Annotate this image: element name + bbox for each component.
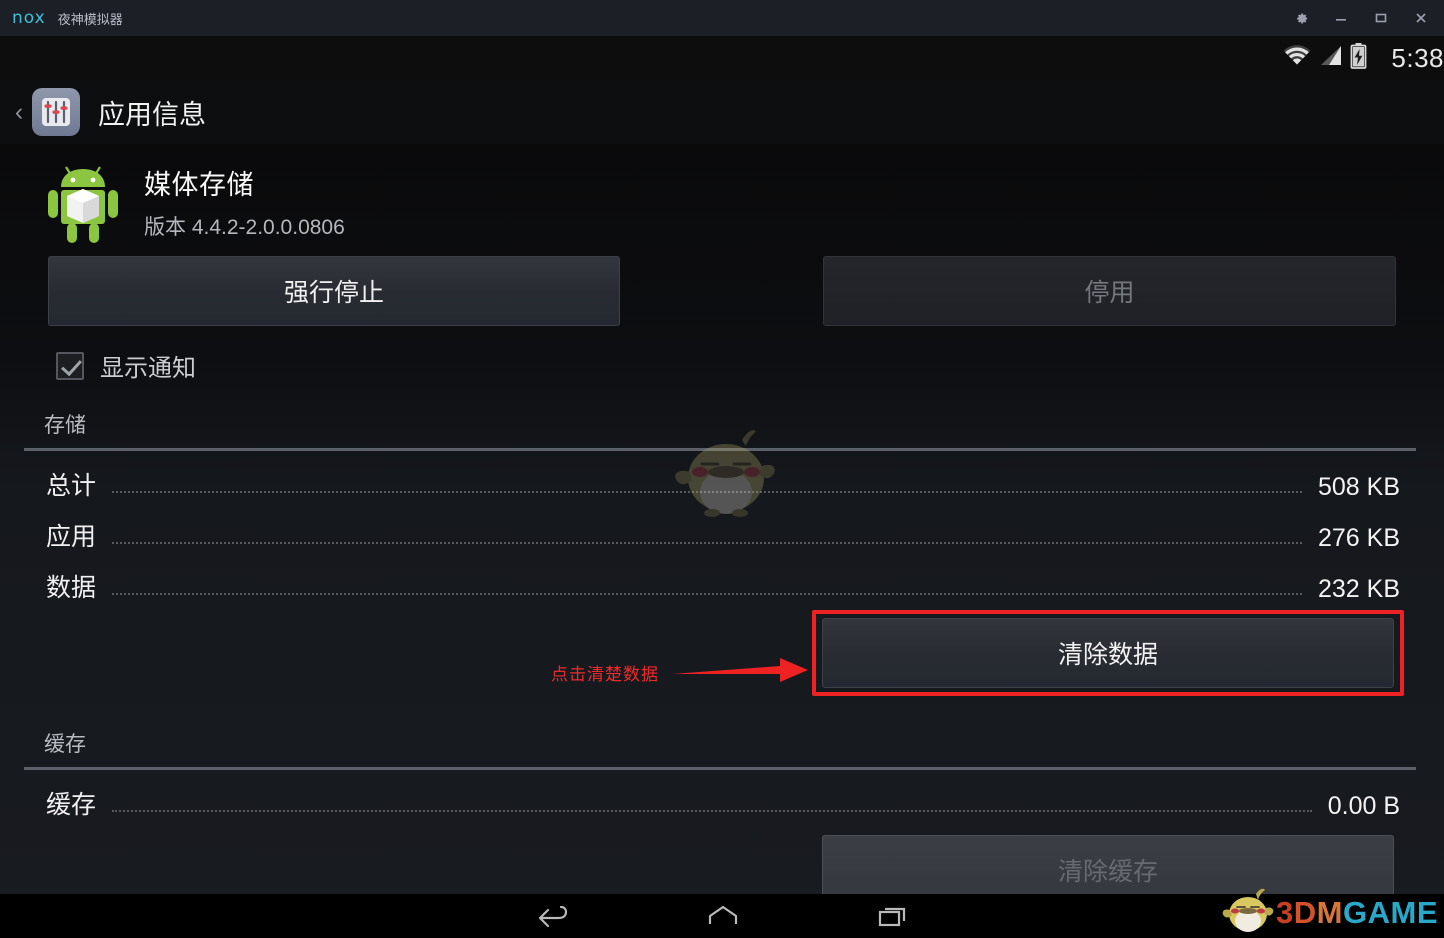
statusbar-icons xyxy=(1282,42,1367,74)
clear-data-button[interactable]: 清除数据 xyxy=(822,618,1394,688)
window-titlebar: nox 夜神模拟器 xyxy=(0,0,1444,36)
window-title: 夜神模拟器 xyxy=(57,11,123,27)
table-row: 数据 232 KB xyxy=(0,553,1444,604)
row-value: 232 KB xyxy=(1317,575,1400,603)
signal-icon xyxy=(1319,44,1343,73)
row-label: 应用 xyxy=(46,523,97,551)
android-robot-icon xyxy=(46,159,120,245)
minimize-icon[interactable] xyxy=(1332,9,1350,27)
app-info-content: 媒体存储 版本 4.4.2-2.0.0.0806 强行停止 停用 显示通知 存储… xyxy=(0,144,1444,894)
row-value: 508 KB xyxy=(1317,473,1400,501)
app-name: 媒体存储 xyxy=(144,170,254,200)
row-dots xyxy=(112,542,1302,544)
force-stop-button[interactable]: 强行停止 xyxy=(48,256,620,326)
row-dots xyxy=(112,810,1312,812)
app-header: 媒体存储 版本 4.4.2-2.0.0.0806 xyxy=(0,144,1444,245)
clear-cache-button: 清除缓存 xyxy=(822,835,1394,894)
row-dots xyxy=(112,593,1302,595)
gear-icon[interactable] xyxy=(1292,9,1310,27)
show-notifications-row[interactable]: 显示通知 xyxy=(0,326,1444,383)
recents-icon[interactable] xyxy=(808,903,978,929)
bird-mascot-icon xyxy=(668,426,780,518)
window-controls xyxy=(1292,9,1430,27)
disable-button: 停用 xyxy=(823,256,1396,326)
clear-cache-row: 清除缓存 xyxy=(0,821,1444,894)
back-chevron-icon[interactable]: ‹ xyxy=(6,99,32,125)
annotation-text: 点击清楚数据 xyxy=(551,665,659,684)
nox-logo: nox xyxy=(12,8,46,28)
close-icon[interactable] xyxy=(1412,9,1430,27)
cache-section-title: 缓存 xyxy=(44,733,86,756)
watermark-brand-3: M xyxy=(1316,895,1343,930)
bird-mascot-icon xyxy=(1220,888,1276,938)
row-label: 缓存 xyxy=(46,791,97,819)
action-bar: ‹ 应用信息 xyxy=(0,80,1444,144)
settings-sliders-icon xyxy=(32,88,80,136)
app-action-buttons: 强行停止 停用 xyxy=(0,242,1444,326)
page-title: 应用信息 xyxy=(98,99,206,130)
table-row: 缓存 0.00 B xyxy=(0,770,1444,821)
row-value: 276 KB xyxy=(1317,524,1400,552)
statusbar-clock: 5:38 xyxy=(1391,42,1444,73)
cache-section: 缓存 缓存 0.00 B 清除缓存 xyxy=(0,728,1444,894)
watermark-brand-2: D xyxy=(1293,895,1317,930)
battery-charging-icon xyxy=(1350,42,1367,74)
watermark-brand-4: GAME xyxy=(1343,895,1438,930)
show-notifications-label: 显示通知 xyxy=(100,355,196,382)
app-meta: 媒体存储 版本 4.4.2-2.0.0.0806 xyxy=(144,163,345,241)
wifi-icon xyxy=(1282,44,1312,73)
row-value: 0.00 B xyxy=(1327,792,1400,820)
row-label: 总计 xyxy=(46,472,97,500)
maximize-icon[interactable] xyxy=(1372,9,1390,27)
annotation-arrow-icon xyxy=(672,650,812,695)
emulator-window: nox 夜神模拟器 5:38 ‹ 应用信息 媒体存储 版本 4.4.2-2.0.… xyxy=(0,0,1444,938)
app-version: 版本 4.4.2-2.0.0.0806 xyxy=(144,216,345,239)
row-label: 数据 xyxy=(46,574,97,602)
back-icon[interactable] xyxy=(468,903,638,929)
watermark-3dmgame: 3 D M GAME xyxy=(1220,888,1438,938)
home-icon[interactable] xyxy=(638,903,808,929)
watermark-brand-1: 3 xyxy=(1276,895,1294,930)
show-notifications-checkbox[interactable] xyxy=(56,351,84,380)
android-statusbar: 5:38 xyxy=(0,36,1444,80)
